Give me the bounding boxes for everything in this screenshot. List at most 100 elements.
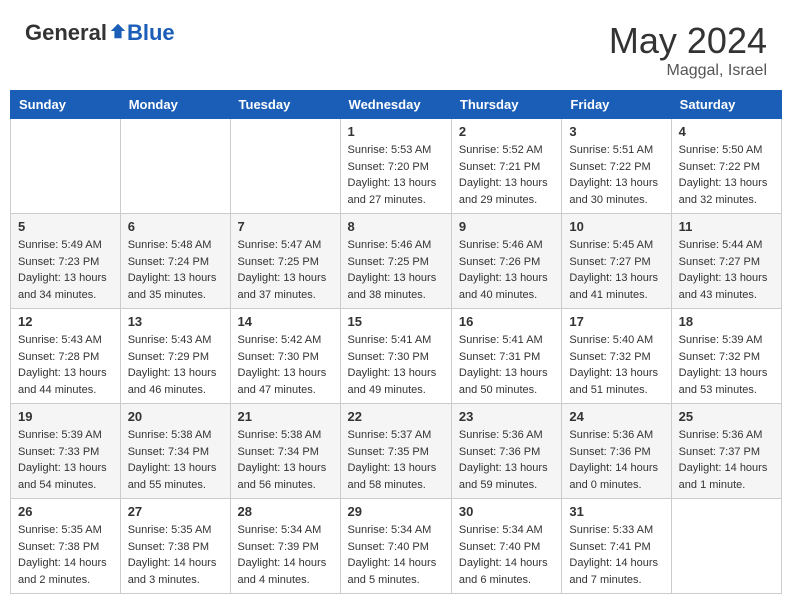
day-info: Sunrise: 5:43 AMSunset: 7:29 PMDaylight:…: [128, 332, 223, 398]
day-number: 17: [569, 314, 663, 329]
location: Maggal, Israel: [609, 62, 767, 80]
calendar-day: 11 Sunrise: 5:44 AMSunset: 7:27 PMDayligh…: [671, 214, 781, 309]
calendar-day: 25 Sunrise: 5:36 AMSunset: 7:37 PMDayligh…: [671, 404, 781, 499]
calendar-day: 28 Sunrise: 5:34 AMSunset: 7:39 PMDayligh…: [230, 499, 340, 594]
day-info: Sunrise: 5:42 AMSunset: 7:30 PMDaylight:…: [238, 332, 333, 398]
column-header-friday: Friday: [562, 91, 671, 119]
logo-icon: [109, 22, 127, 40]
calendar-day: 4 Sunrise: 5:50 AMSunset: 7:22 PMDaylight…: [671, 119, 781, 214]
day-number: 16: [459, 314, 554, 329]
day-info: Sunrise: 5:34 AMSunset: 7:39 PMDaylight:…: [238, 522, 333, 588]
day-number: 30: [459, 504, 554, 519]
day-number: 25: [679, 409, 774, 424]
calendar-day: 6Sunrise: 5:48 AMSunset: 7:24 PMDaylight…: [120, 214, 230, 309]
day-info: Sunrise: 5:38 AMSunset: 7:34 PMDaylight:…: [238, 427, 333, 493]
day-number: 28: [238, 504, 333, 519]
column-header-saturday: Saturday: [671, 91, 781, 119]
logo-blue-text: Blue: [127, 20, 175, 46]
calendar-day: 7Sunrise: 5:47 AMSunset: 7:25 PMDaylight…: [230, 214, 340, 309]
day-number: 12: [18, 314, 113, 329]
calendar-week-5: 26Sunrise: 5:35 AMSunset: 7:38 PMDayligh…: [11, 499, 782, 594]
title-block: May 2024 Maggal, Israel: [609, 20, 767, 80]
calendar-day: 27Sunrise: 5:35 AMSunset: 7:38 PMDayligh…: [120, 499, 230, 594]
day-number: 7: [238, 219, 333, 234]
day-info: Sunrise: 5:44 AMSunset: 7:27 PMDaylight:…: [679, 237, 774, 303]
day-number: 5: [18, 219, 113, 234]
calendar-day: [671, 499, 781, 594]
day-info: Sunrise: 5:36 AMSunset: 7:37 PMDaylight:…: [679, 427, 774, 493]
day-number: 22: [348, 409, 444, 424]
calendar-day: 1 Sunrise: 5:53 AMSunset: 7:20 PMDaylight…: [340, 119, 451, 214]
calendar-table: SundayMondayTuesdayWednesdayThursdayFrid…: [10, 90, 782, 594]
day-number: 31: [569, 504, 663, 519]
day-info: Sunrise: 5:35 AMSunset: 7:38 PMDaylight:…: [18, 522, 113, 588]
day-info: Sunrise: 5:50 AMSunset: 7:22 PMDaylight:…: [679, 142, 774, 208]
calendar-day: 16 Sunrise: 5:41 AMSunset: 7:31 PMDayligh…: [451, 309, 561, 404]
calendar-day: 8 Sunrise: 5:46 AMSunset: 7:25 PMDaylight…: [340, 214, 451, 309]
day-number: 4: [679, 124, 774, 139]
calendar-day: [11, 119, 121, 214]
day-info: Sunrise: 5:34 AMSunset: 7:40 PMDaylight:…: [348, 522, 444, 588]
calendar-day: 23Sunrise: 5:36 AMSunset: 7:36 PMDayligh…: [451, 404, 561, 499]
calendar-day: 19 Sunrise: 5:39 AMSunset: 7:33 PMDayligh…: [11, 404, 121, 499]
calendar-day: 24Sunrise: 5:36 AMSunset: 7:36 PMDayligh…: [562, 404, 671, 499]
calendar-day: 12 Sunrise: 5:43 AMSunset: 7:28 PMDayligh…: [11, 309, 121, 404]
calendar-day: 29 Sunrise: 5:34 AMSunset: 7:40 PMDayligh…: [340, 499, 451, 594]
day-info: Sunrise: 5:51 AMSunset: 7:22 PMDaylight:…: [569, 142, 663, 208]
calendar-day: 3 Sunrise: 5:51 AMSunset: 7:22 PMDaylight…: [562, 119, 671, 214]
calendar-day: 21 Sunrise: 5:38 AMSunset: 7:34 PMDayligh…: [230, 404, 340, 499]
column-header-thursday: Thursday: [451, 91, 561, 119]
column-header-sunday: Sunday: [11, 91, 121, 119]
day-info: Sunrise: 5:46 AMSunset: 7:25 PMDaylight:…: [348, 237, 444, 303]
day-info: Sunrise: 5:39 AMSunset: 7:32 PMDaylight:…: [679, 332, 774, 398]
day-number: 11: [679, 219, 774, 234]
day-info: Sunrise: 5:46 AMSunset: 7:26 PMDaylight:…: [459, 237, 554, 303]
column-header-monday: Monday: [120, 91, 230, 119]
calendar-day: 17 Sunrise: 5:40 AMSunset: 7:32 PMDayligh…: [562, 309, 671, 404]
day-info: Sunrise: 5:41 AMSunset: 7:31 PMDaylight:…: [459, 332, 554, 398]
day-number: 20: [128, 409, 223, 424]
calendar-week-2: 5 Sunrise: 5:49 AMSunset: 7:23 PMDaylight…: [11, 214, 782, 309]
calendar-day: 15Sunrise: 5:41 AMSunset: 7:30 PMDayligh…: [340, 309, 451, 404]
day-info: Sunrise: 5:53 AMSunset: 7:20 PMDaylight:…: [348, 142, 444, 208]
calendar-day: 14 Sunrise: 5:42 AMSunset: 7:30 PMDayligh…: [230, 309, 340, 404]
day-number: 18: [679, 314, 774, 329]
logo: General Blue: [25, 20, 175, 46]
day-number: 29: [348, 504, 444, 519]
calendar-week-3: 12 Sunrise: 5:43 AMSunset: 7:28 PMDayligh…: [11, 309, 782, 404]
column-header-wednesday: Wednesday: [340, 91, 451, 119]
day-number: 3: [569, 124, 663, 139]
day-info: Sunrise: 5:36 AMSunset: 7:36 PMDaylight:…: [459, 427, 554, 493]
calendar-week-1: 1 Sunrise: 5:53 AMSunset: 7:20 PMDaylight…: [11, 119, 782, 214]
day-info: Sunrise: 5:34 AMSunset: 7:40 PMDaylight:…: [459, 522, 554, 588]
day-number: 14: [238, 314, 333, 329]
day-number: 8: [348, 219, 444, 234]
day-info: Sunrise: 5:45 AMSunset: 7:27 PMDaylight:…: [569, 237, 663, 303]
day-number: 19: [18, 409, 113, 424]
calendar-day: 13 Sunrise: 5:43 AMSunset: 7:29 PMDayligh…: [120, 309, 230, 404]
logo-general-text: General: [25, 20, 107, 46]
calendar-day: 22 Sunrise: 5:37 AMSunset: 7:35 PMDayligh…: [340, 404, 451, 499]
day-number: 1: [348, 124, 444, 139]
calendar-day: 31Sunrise: 5:33 AMSunset: 7:41 PMDayligh…: [562, 499, 671, 594]
day-info: Sunrise: 5:39 AMSunset: 7:33 PMDaylight:…: [18, 427, 113, 493]
day-info: Sunrise: 5:36 AMSunset: 7:36 PMDaylight:…: [569, 427, 663, 493]
day-info: Sunrise: 5:49 AMSunset: 7:23 PMDaylight:…: [18, 237, 113, 303]
calendar-day: [230, 119, 340, 214]
calendar-week-4: 19 Sunrise: 5:39 AMSunset: 7:33 PMDayligh…: [11, 404, 782, 499]
calendar-day: 9Sunrise: 5:46 AMSunset: 7:26 PMDaylight…: [451, 214, 561, 309]
column-header-tuesday: Tuesday: [230, 91, 340, 119]
day-number: 13: [128, 314, 223, 329]
day-info: Sunrise: 5:37 AMSunset: 7:35 PMDaylight:…: [348, 427, 444, 493]
day-info: Sunrise: 5:43 AMSunset: 7:28 PMDaylight:…: [18, 332, 113, 398]
day-number: 27: [128, 504, 223, 519]
calendar-header-row: SundayMondayTuesdayWednesdayThursdayFrid…: [11, 91, 782, 119]
day-number: 21: [238, 409, 333, 424]
calendar-day: 18 Sunrise: 5:39 AMSunset: 7:32 PMDayligh…: [671, 309, 781, 404]
day-info: Sunrise: 5:40 AMSunset: 7:32 PMDaylight:…: [569, 332, 663, 398]
day-info: Sunrise: 5:41 AMSunset: 7:30 PMDaylight:…: [348, 332, 444, 398]
calendar-day: 10Sunrise: 5:45 AMSunset: 7:27 PMDayligh…: [562, 214, 671, 309]
month-year: May 2024: [609, 20, 767, 62]
calendar-day: 26Sunrise: 5:35 AMSunset: 7:38 PMDayligh…: [11, 499, 121, 594]
day-info: Sunrise: 5:52 AMSunset: 7:21 PMDaylight:…: [459, 142, 554, 208]
